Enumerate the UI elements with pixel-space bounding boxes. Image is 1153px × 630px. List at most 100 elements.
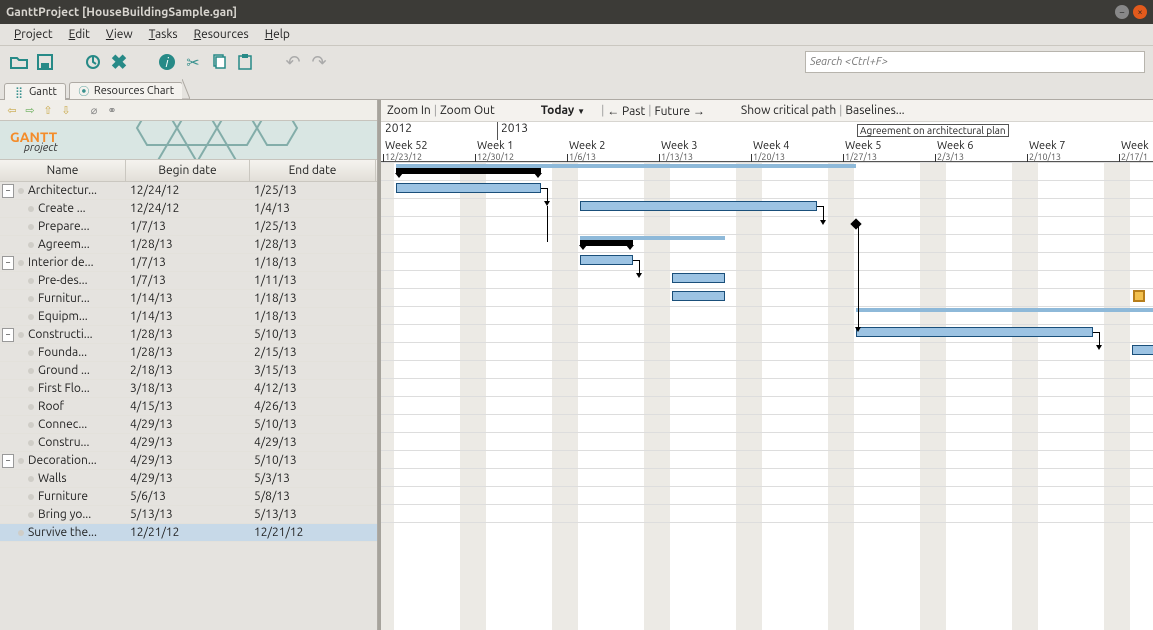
task-bar[interactable]	[856, 327, 1093, 337]
task-row[interactable]: Furnitur...1/14/131/18/13	[0, 290, 377, 308]
task-row[interactable]: Survive the...12/21/1212/21/12	[0, 524, 377, 542]
task-bar[interactable]	[580, 255, 633, 265]
task-name: Pre-des...	[38, 274, 88, 287]
tree-back-icon[interactable]: ⇦	[4, 102, 20, 118]
menu-view[interactable]: View	[100, 26, 139, 43]
tab-resources[interactable]: ⦿ Resources Chart	[69, 82, 183, 99]
task-name: Roof	[38, 400, 64, 413]
expand-toggle[interactable]: −	[2, 256, 14, 270]
paste-icon[interactable]	[234, 51, 256, 73]
task-name: Furnitur...	[38, 292, 90, 305]
col-begin[interactable]: Begin date	[126, 160, 250, 181]
task-row[interactable]: Founda...1/28/132/15/13	[0, 344, 377, 362]
task-bar[interactable]	[580, 201, 817, 211]
menu-tasks[interactable]: Tasks	[143, 26, 184, 43]
critical-path-button[interactable]: Show critical path	[741, 104, 836, 117]
gantt-body[interactable]	[381, 162, 1153, 630]
task-row[interactable]: −Decoration...4/29/135/10/13	[0, 452, 377, 470]
baselines-button[interactable]: Baselines...	[845, 104, 904, 117]
zoom-in-button[interactable]: Zoom In	[387, 104, 431, 117]
task-end: 4/12/13	[250, 382, 376, 395]
info-icon[interactable]: i	[156, 51, 178, 73]
task-bar[interactable]	[1132, 345, 1153, 355]
note-icon[interactable]	[1133, 290, 1145, 302]
today-button[interactable]: Today ▼	[541, 104, 585, 117]
copy-icon[interactable]	[208, 51, 230, 73]
col-name[interactable]: Name	[0, 160, 126, 181]
close-button[interactable]: ×	[1133, 5, 1147, 19]
task-name: Ground ...	[38, 364, 90, 377]
task-end: 4/29/13	[250, 436, 376, 449]
task-row[interactable]: Prepare...1/7/131/25/13	[0, 218, 377, 236]
task-bullet-icon	[18, 188, 24, 194]
task-row[interactable]: Ground ... 2/18/133/15/13	[0, 362, 377, 380]
task-begin: 4/29/13	[126, 472, 250, 485]
tab-gantt[interactable]: ⣿ Gantt	[4, 83, 66, 100]
dropdown-icon: ▼	[577, 107, 585, 116]
task-row[interactable]: −Architectur...12/24/121/25/13	[0, 182, 377, 200]
col-end[interactable]: End date	[250, 160, 376, 181]
summary-bar[interactable]	[856, 308, 1153, 312]
task-bullet-icon	[28, 206, 34, 212]
task-bullet-icon	[28, 314, 34, 320]
past-button[interactable]: ← Past	[607, 104, 645, 118]
task-end: 1/18/13	[250, 292, 376, 305]
task-begin: 12/24/12	[126, 184, 250, 197]
task-row[interactable]: Walls4/29/135/3/13	[0, 470, 377, 488]
gantt-icon: ⣿	[13, 86, 25, 98]
task-bullet-icon	[28, 368, 34, 374]
cut-icon[interactable]: ✂	[182, 51, 204, 73]
task-row[interactable]: Equipm...1/14/131/18/13	[0, 308, 377, 326]
task-row[interactable]: −Interior de...1/7/131/18/13	[0, 254, 377, 272]
task-row[interactable]: Create ...12/24/121/4/13	[0, 200, 377, 218]
task-row[interactable]: First Flo...3/18/134/12/13	[0, 380, 377, 398]
tree-down-icon[interactable]: ⇩	[58, 102, 74, 118]
task-row[interactable]: Agreem...1/28/131/28/13	[0, 236, 377, 254]
expand-toggle[interactable]: −	[2, 328, 14, 342]
expand-toggle[interactable]: −	[2, 184, 14, 198]
task-bar[interactable]	[396, 183, 541, 193]
task-bar[interactable]	[672, 291, 725, 301]
task-row[interactable]: −Constructi...1/28/135/10/13	[0, 326, 377, 344]
task-begin: 5/13/13	[126, 508, 250, 521]
task-end: 5/3/13	[250, 472, 376, 485]
task-row[interactable]: Furniture5/6/135/8/13	[0, 488, 377, 506]
task-tree[interactable]: −Architectur...12/24/121/25/13Create ...…	[0, 182, 377, 542]
zoom-out-button[interactable]: Zoom Out	[440, 104, 495, 117]
task-begin: 12/21/12	[126, 526, 250, 539]
chart-controls: Zoom In | Zoom Out Today ▼ | ← Past | Fu…	[381, 100, 1153, 122]
menu-resources[interactable]: Resources	[188, 26, 255, 43]
minimize-button[interactable]: –	[1115, 5, 1129, 19]
timeline-header[interactable]: 20122013Week 5212/23/12Week 112/30/12Wee…	[381, 122, 1153, 162]
menu-help[interactable]: Help	[259, 26, 296, 43]
menu-project[interactable]: Project	[8, 26, 59, 43]
task-bar[interactable]	[672, 273, 725, 283]
summary-bracket[interactable]	[396, 168, 541, 174]
delete-icon[interactable]: ✖	[108, 51, 130, 73]
task-begin: 1/28/13	[126, 328, 250, 341]
expand-toggle[interactable]: −	[2, 454, 14, 468]
task-end: 1/25/13	[250, 220, 376, 233]
menu-edit[interactable]: Edit	[63, 26, 96, 43]
task-row[interactable]: Roof4/15/134/26/13	[0, 398, 377, 416]
future-button[interactable]: Future →	[654, 104, 704, 118]
undo-icon[interactable]: ↶	[282, 51, 304, 73]
tree-link-icon[interactable]: ⚭	[104, 102, 120, 118]
task-end: 3/15/13	[250, 364, 376, 377]
week-label: Week 62/3/13	[937, 140, 1029, 162]
refresh-icon[interactable]	[82, 51, 104, 73]
tree-unlink-icon[interactable]: ⌀	[86, 102, 102, 118]
search-input[interactable]	[805, 51, 1145, 73]
tree-up-icon[interactable]: ⇧	[40, 102, 56, 118]
task-row[interactable]: Pre-des...1/7/131/11/13	[0, 272, 377, 290]
task-row[interactable]: Connec...4/29/135/10/13	[0, 416, 377, 434]
task-row[interactable]: Constru...4/29/134/29/13	[0, 434, 377, 452]
redo-icon[interactable]: ↷	[308, 51, 330, 73]
tree-fwd-icon[interactable]: ⇨	[22, 102, 38, 118]
summary-bracket[interactable]	[580, 240, 633, 246]
open-icon[interactable]	[8, 51, 30, 73]
save-icon[interactable]	[34, 51, 56, 73]
task-row[interactable]: Bring yo...5/13/135/13/13	[0, 506, 377, 524]
task-begin: 2/18/13	[126, 364, 250, 377]
logo-banner: GANTT project	[0, 120, 377, 160]
